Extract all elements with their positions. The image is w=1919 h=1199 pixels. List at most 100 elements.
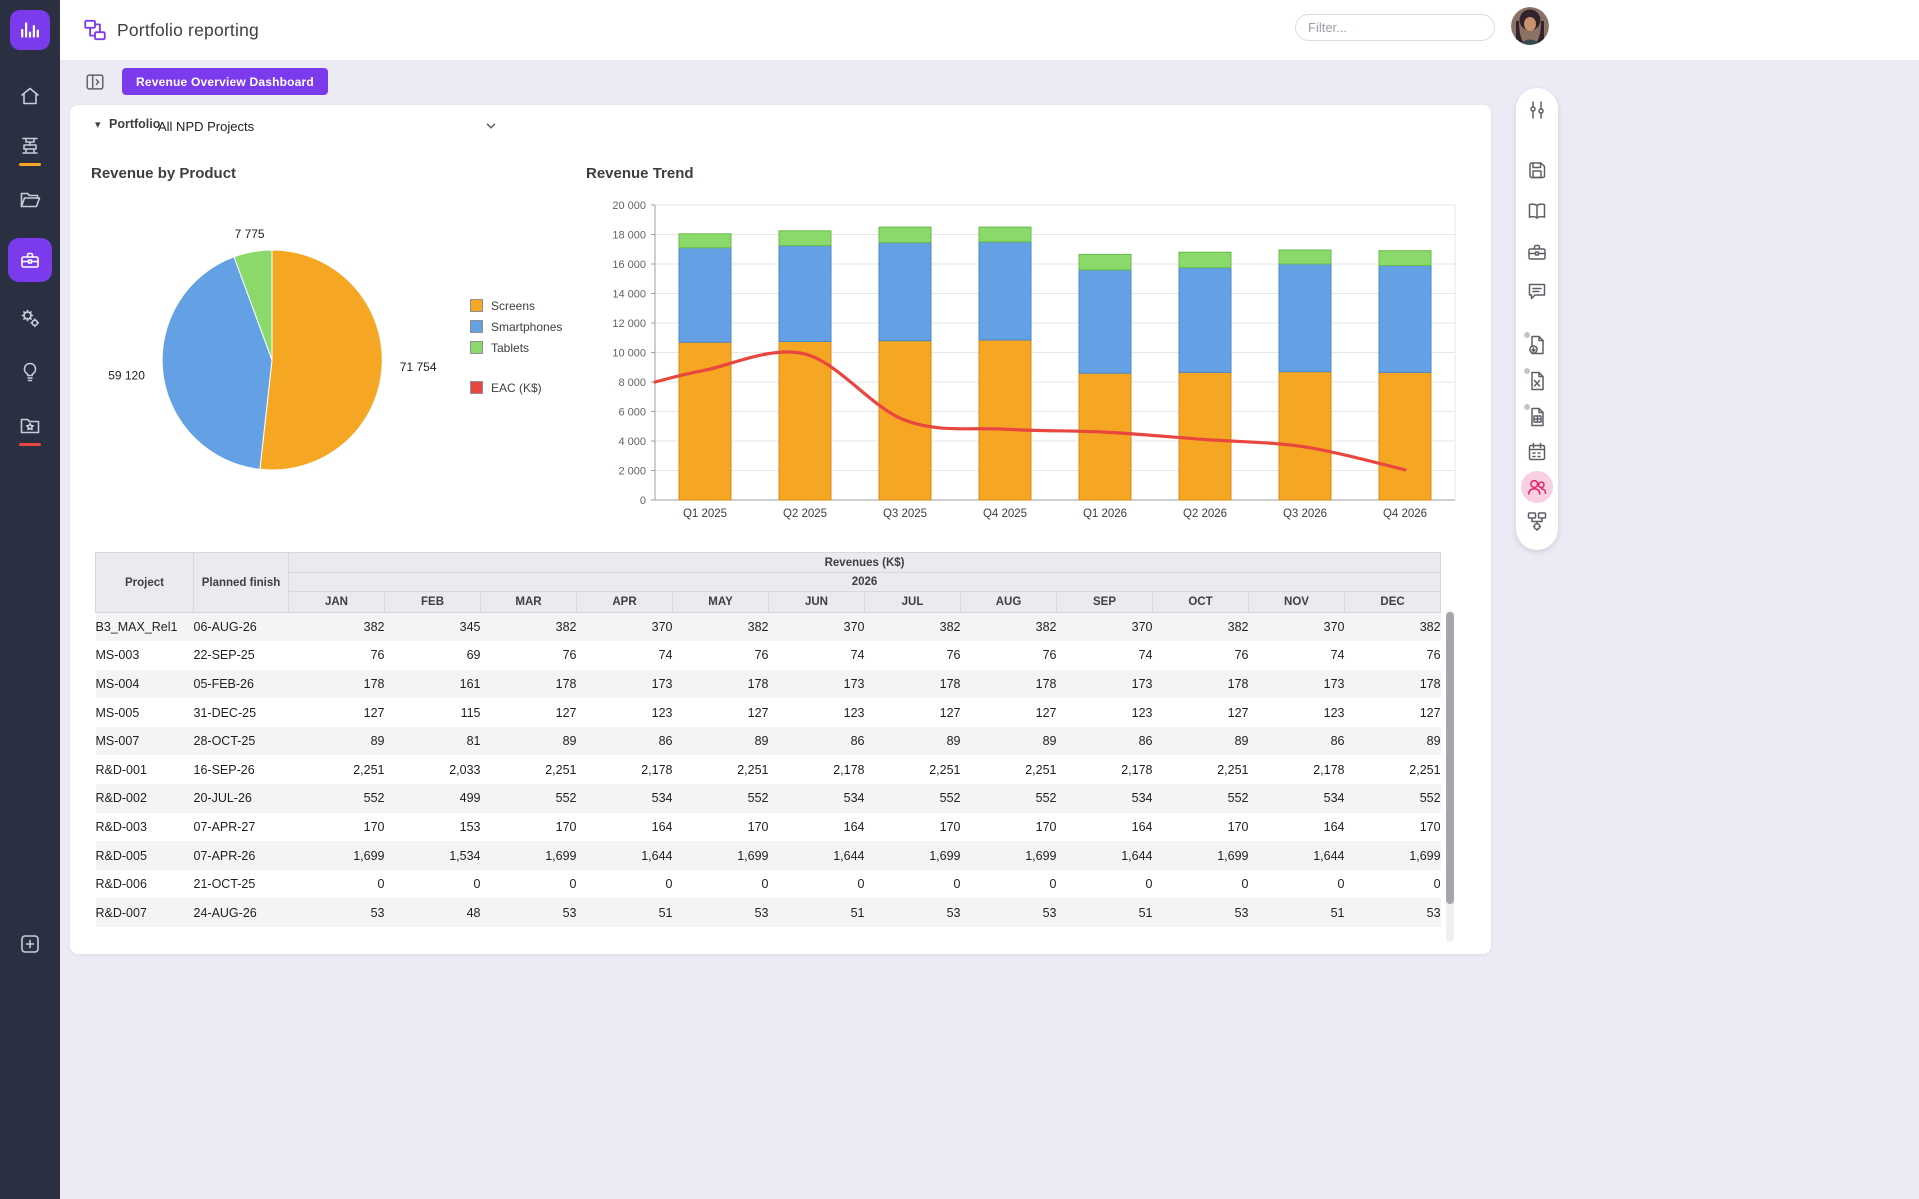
- revenue-cell: 170: [481, 813, 577, 842]
- table-row[interactable]: R&D-00116-SEP-262,2512,0332,2512,1782,25…: [96, 755, 1441, 784]
- panel-toggle-button[interactable]: [84, 71, 106, 93]
- revenue-cell: 86: [1057, 727, 1153, 756]
- table-row[interactable]: B3_MAX_Rel106-AUG-2638234538237038237038…: [96, 613, 1441, 642]
- sidebar-item-favorites[interactable]: [18, 414, 42, 438]
- reporting-icon: [82, 17, 108, 43]
- toolbox-button[interactable]: [1523, 238, 1551, 266]
- revenue-cell: 76: [1345, 641, 1441, 670]
- legend-swatch: [470, 299, 483, 312]
- revenue-cell: 89: [481, 727, 577, 756]
- revenue-cell: 123: [1057, 698, 1153, 727]
- legend-swatch: [470, 320, 483, 333]
- project-cell: MS-003: [96, 641, 194, 670]
- comment-icon: [1525, 279, 1549, 303]
- table-row[interactable]: MS-00728-OCT-25898189868986898986898689: [96, 727, 1441, 756]
- revenue-cell: 53: [481, 898, 577, 927]
- month-header: APR: [577, 592, 673, 613]
- sidebar-item-ideas[interactable]: [18, 360, 42, 384]
- logo-bars-icon: [17, 17, 43, 43]
- pie-slice-screens: [260, 250, 382, 470]
- sidebar-item-settings[interactable]: [18, 306, 42, 330]
- planned-finish-cell: 07-APR-27: [194, 813, 289, 842]
- revenue-cell: 552: [673, 784, 769, 813]
- export-table-button[interactable]: [1523, 403, 1551, 431]
- revenue-cell: 86: [769, 727, 865, 756]
- team-button[interactable]: [1523, 473, 1551, 501]
- revenue-cell: 53: [289, 898, 385, 927]
- folder-star-icon: [18, 414, 42, 438]
- revenue-cell: 164: [769, 813, 865, 842]
- table-row[interactable]: MS-00322-SEP-25766976747674767674767476: [96, 641, 1441, 670]
- table-row[interactable]: MS-00405-FEB-261781611781731781731781781…: [96, 670, 1441, 699]
- save-button[interactable]: [1523, 156, 1551, 184]
- export-pdf-button[interactable]: [1523, 331, 1551, 359]
- pie-value-label: 71 754: [400, 360, 437, 374]
- bar-segment-smartphones: [879, 243, 931, 341]
- y-axis-label: 4 000: [618, 436, 646, 448]
- scrollbar-thumb[interactable]: [1446, 612, 1454, 904]
- revenue-cell: 74: [577, 641, 673, 670]
- sidebar-item-milestones[interactable]: [18, 134, 42, 158]
- month-header: MAY: [673, 592, 769, 613]
- filter-input[interactable]: [1295, 14, 1495, 41]
- table-row[interactable]: R&D-00724-AUG-26534853515351535351535153: [96, 898, 1441, 927]
- adjust-columns-button[interactable]: [1523, 96, 1551, 124]
- app-logo[interactable]: [10, 10, 50, 50]
- x-axis-label: Q3 2026: [1283, 508, 1327, 520]
- milestones-indicator: [19, 163, 41, 166]
- book-icon: [1525, 199, 1549, 223]
- chevron-down-icon: [484, 119, 498, 133]
- chart-legend: ScreensSmartphonesTabletsEAC (K$): [470, 295, 562, 398]
- revenue-cell: 86: [1249, 727, 1345, 756]
- sidebar-item-portfolio-active[interactable]: [8, 238, 52, 282]
- export-excel-button[interactable]: [1523, 367, 1551, 395]
- badge-dot: [1524, 332, 1530, 338]
- revenue-cell: 178: [1153, 670, 1249, 699]
- revenue-cell: 69: [385, 641, 481, 670]
- revenue-cell: 123: [1249, 698, 1345, 727]
- table-row[interactable]: MS-00531-DEC-251271151271231271231271271…: [96, 698, 1441, 727]
- revenue-cell: 345: [385, 613, 481, 642]
- revenue-cell: 0: [769, 870, 865, 899]
- lightbulb-icon: [18, 360, 42, 384]
- sidebar-item-add[interactable]: [18, 932, 42, 956]
- dashboard-button[interactable]: Revenue Overview Dashboard: [122, 68, 328, 95]
- gears-icon: [18, 306, 42, 330]
- pie-value-label: 7 775: [235, 227, 265, 241]
- revenue-cell: 382: [1153, 613, 1249, 642]
- revenue-cell: 534: [577, 784, 673, 813]
- comments-button[interactable]: [1523, 277, 1551, 305]
- table-row[interactable]: R&D-00307-APR-27170153170164170164170170…: [96, 813, 1441, 842]
- legend-swatch: [470, 341, 483, 354]
- portfolio-select-value: All NPD Projects: [158, 119, 254, 134]
- table-scrollbar[interactable]: [1446, 610, 1454, 942]
- revenue-cell: 0: [1057, 870, 1153, 899]
- revenue-cell: 89: [289, 727, 385, 756]
- sidebar-item-home[interactable]: [18, 84, 42, 108]
- revenue-cell: 2,178: [1057, 755, 1153, 784]
- schedule-button[interactable]: [1523, 438, 1551, 466]
- planned-finish-cell: 31-DEC-25: [194, 698, 289, 727]
- y-axis-label: 20 000: [612, 200, 646, 212]
- legend-item-tablets: Tablets: [470, 337, 562, 358]
- table-row[interactable]: R&D-00220-JUL-26552499552534552534552552…: [96, 784, 1441, 813]
- revenue-cell: 51: [1249, 898, 1345, 927]
- user-avatar[interactable]: [1511, 7, 1549, 45]
- notebook-button[interactable]: [1523, 197, 1551, 225]
- revenue-cell: 178: [961, 670, 1057, 699]
- revenue-cell: 552: [865, 784, 961, 813]
- portfolio-select[interactable]: All NPD Projects: [152, 113, 504, 139]
- folder-icon: [18, 188, 42, 212]
- table-row[interactable]: R&D-00621-OCT-25000000000000: [96, 870, 1441, 899]
- month-header: OCT: [1153, 592, 1249, 613]
- sidebar-item-projects[interactable]: [18, 188, 42, 212]
- bar-segment-smartphones: [779, 246, 831, 342]
- app-root: Portfolio reporting Revenue Overview Das…: [0, 0, 1919, 1199]
- table-row[interactable]: R&D-00507-APR-261,6991,5341,6991,6441,69…: [96, 841, 1441, 870]
- workflow-settings-button[interactable]: [1523, 507, 1551, 535]
- collapse-caret[interactable]: ▾: [95, 118, 101, 131]
- revenue-cell: 89: [865, 727, 961, 756]
- month-header: FEB: [385, 592, 481, 613]
- project-cell: R&D-003: [96, 813, 194, 842]
- page-title: Portfolio reporting: [117, 15, 259, 45]
